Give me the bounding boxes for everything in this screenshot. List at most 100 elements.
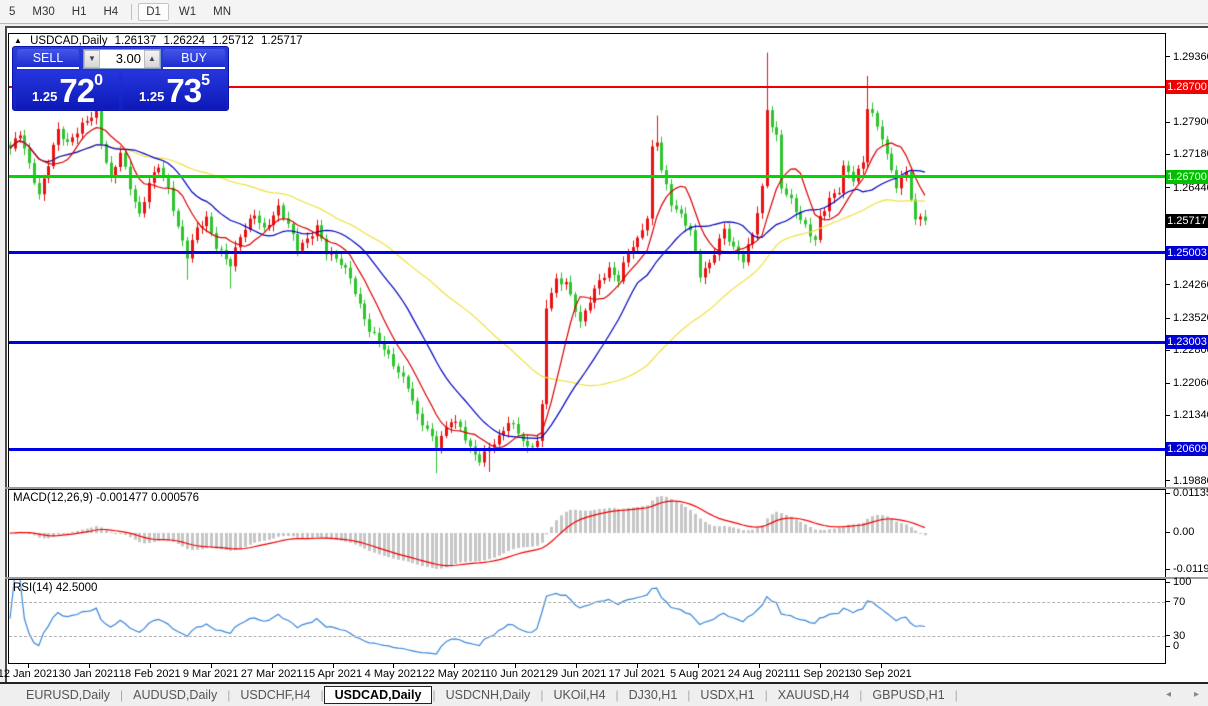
- horizontal-level-line[interactable]: [9, 251, 1165, 255]
- macd-label: MACD(12,26,9) -0.001477 0.000576: [13, 492, 200, 504]
- buy-price-display[interactable]: 1.25 73 5: [123, 71, 226, 109]
- rsi-level-line: [9, 601, 1165, 603]
- date-tick: [88, 664, 90, 668]
- price-tick: 1.24260: [1166, 279, 1208, 291]
- date-tick: [210, 664, 212, 668]
- date-label: 27 Mar 2021: [240, 668, 303, 680]
- price-tick: 1.27900: [1166, 116, 1208, 128]
- date-label: 5 Aug 2021: [670, 668, 726, 680]
- rsi-tick-label: 100: [1173, 576, 1192, 588]
- price-badge: 1.23003: [1166, 335, 1208, 350]
- price-tick: 1.27180: [1166, 148, 1208, 160]
- macd-tick-label: 0.01135: [1173, 487, 1208, 499]
- one-click-trade-panel: SELL ▼ 3.00 ▲ BUY 1.25 72 0 1.25 73 5: [12, 46, 229, 111]
- volume-increase-button[interactable]: ▲: [144, 50, 160, 68]
- symbol-tab-bar: EURUSD,Daily | AUDUSD,Daily | USDCHF,H4 | USDC…: [0, 682, 1208, 706]
- sell-button[interactable]: SELL: [17, 49, 79, 69]
- tab-gbpusd-h1[interactable]: GBPUSD,H1: [862, 686, 954, 704]
- macd-tick-dash: [1166, 568, 1170, 570]
- tab-ukoil-h4[interactable]: UKOil,H4: [543, 686, 615, 704]
- date-label: 9 Mar 2021: [182, 668, 239, 680]
- tabs-scroll-left-button[interactable]: ◂: [1166, 689, 1171, 700]
- volume-decrease-button[interactable]: ▼: [84, 50, 100, 68]
- price-badge: 1.28700: [1166, 80, 1208, 95]
- price-tick-label: 1.29360: [1173, 50, 1208, 63]
- price-tick-label: 1.27180: [1173, 148, 1208, 161]
- date-tick: [332, 664, 334, 668]
- date-tick: [515, 664, 517, 668]
- date-tick: [697, 664, 699, 668]
- date-label: 17 Jul 2021: [608, 668, 666, 680]
- date-tick: [393, 664, 395, 668]
- sell-price-display[interactable]: 1.25 72 0: [16, 71, 119, 109]
- date-label: 15 Apr 2021: [302, 668, 363, 680]
- tab-xauusd-h4[interactable]: XAUUSD,H4: [768, 686, 860, 704]
- macd-tick-label: 0.00: [1173, 526, 1195, 538]
- date-tick: [576, 664, 578, 668]
- tab-usdcnh-daily[interactable]: USDCNH,Daily: [436, 686, 541, 704]
- rsi-axis-tick: 0: [1166, 640, 1179, 652]
- date-tick: [880, 664, 882, 668]
- price-tick-label: 1.21340: [1173, 409, 1208, 422]
- date-label: 30 Sep 2021: [849, 668, 912, 680]
- price-badge: 1.25717: [1166, 213, 1208, 228]
- rsi-axis-tick: 70: [1166, 596, 1185, 608]
- price-badge: 1.25003: [1166, 245, 1208, 260]
- price-tick: 1.21340: [1166, 409, 1208, 421]
- rsi-axis-tick: 100: [1166, 576, 1191, 588]
- buy-price-prefix: 1.25: [139, 89, 165, 104]
- tabs-host: EURUSD,Daily | AUDUSD,Daily | USDCHF,H4 | USDC…: [16, 686, 958, 704]
- date-tick: [758, 664, 760, 668]
- tab-usdcad-daily[interactable]: USDCAD,Daily: [323, 686, 433, 704]
- tab-dj30-h1[interactable]: DJ30,H1: [619, 686, 688, 704]
- rsi-tick-dash: [1166, 645, 1170, 647]
- horizontal-level-line[interactable]: [9, 340, 1165, 344]
- rsi-tick-dash: [1166, 635, 1170, 636]
- macd-splitter[interactable]: [5, 487, 1208, 489]
- tab-audusd-daily[interactable]: AUDUSD,Daily: [123, 686, 227, 704]
- tab-separator: |: [954, 688, 958, 702]
- price-tick: 1.23520: [1166, 312, 1208, 324]
- horizontal-level-line[interactable]: [9, 175, 1165, 179]
- price-tick-dash: [1166, 284, 1170, 286]
- price-tick-dash: [1166, 153, 1170, 155]
- price-tick-dash: [1166, 414, 1170, 416]
- price-tick-dash: [1166, 317, 1170, 319]
- macd-tick-dash: [1166, 492, 1170, 494]
- macd-axis-tick: 0.00: [1166, 526, 1194, 538]
- tab-usdx-h1[interactable]: USDX,H1: [690, 686, 764, 704]
- tabs-scroll-right-button[interactable]: ▸: [1194, 689, 1199, 700]
- date-label: 18 Feb 2021: [118, 668, 181, 680]
- price-tick: 1.29360: [1166, 51, 1208, 63]
- close-value: 1.25717: [261, 35, 303, 47]
- price-tick-dash: [1166, 56, 1170, 58]
- price-tick-label: 1.24260: [1173, 278, 1208, 291]
- price-tick: 1.19880: [1166, 475, 1208, 487]
- price-tick-dash: [1166, 480, 1170, 482]
- price-tick-label: 1.23520: [1173, 312, 1208, 325]
- price-badge: 1.26700: [1166, 169, 1208, 184]
- price-tick-label: 1.19880: [1173, 474, 1208, 487]
- date-label: 10 Jun 2021: [484, 668, 546, 680]
- date-label: 30 Jan 2021: [58, 668, 120, 680]
- price-tick-label: 1.27900: [1173, 116, 1208, 129]
- date-label: 4 May 2021: [364, 668, 423, 680]
- trading-terminal: 5M30H1H4D1W1MN ▲ USDCAD,Daily 1.26137 1.…: [0, 0, 1208, 706]
- collapse-trade-panel-icon[interactable]: ▲: [14, 36, 22, 45]
- buy-price-big: 73: [166, 71, 202, 109]
- price-tick-dash: [1166, 187, 1170, 188]
- tab-eurusd-daily[interactable]: EURUSD,Daily: [16, 686, 120, 704]
- macd-tick-label: -0.01190: [1173, 563, 1208, 575]
- date-label: 22 May 2021: [422, 668, 487, 680]
- date-tick: [637, 664, 638, 668]
- rsi-tick-label: 70: [1173, 595, 1186, 608]
- buy-button[interactable]: BUY: [163, 49, 225, 69]
- volume-field[interactable]: 3.00: [100, 50, 144, 68]
- sell-price-prefix: 1.25: [32, 89, 58, 104]
- horizontal-level-line[interactable]: [9, 447, 1165, 451]
- macd-tick-dash: [1166, 531, 1170, 533]
- tab-usdchf-h4[interactable]: USDCHF,H4: [230, 686, 320, 704]
- rsi-splitter[interactable]: [5, 577, 1208, 579]
- rsi-tick-dash: [1166, 601, 1170, 602]
- date-tick: [454, 664, 456, 668]
